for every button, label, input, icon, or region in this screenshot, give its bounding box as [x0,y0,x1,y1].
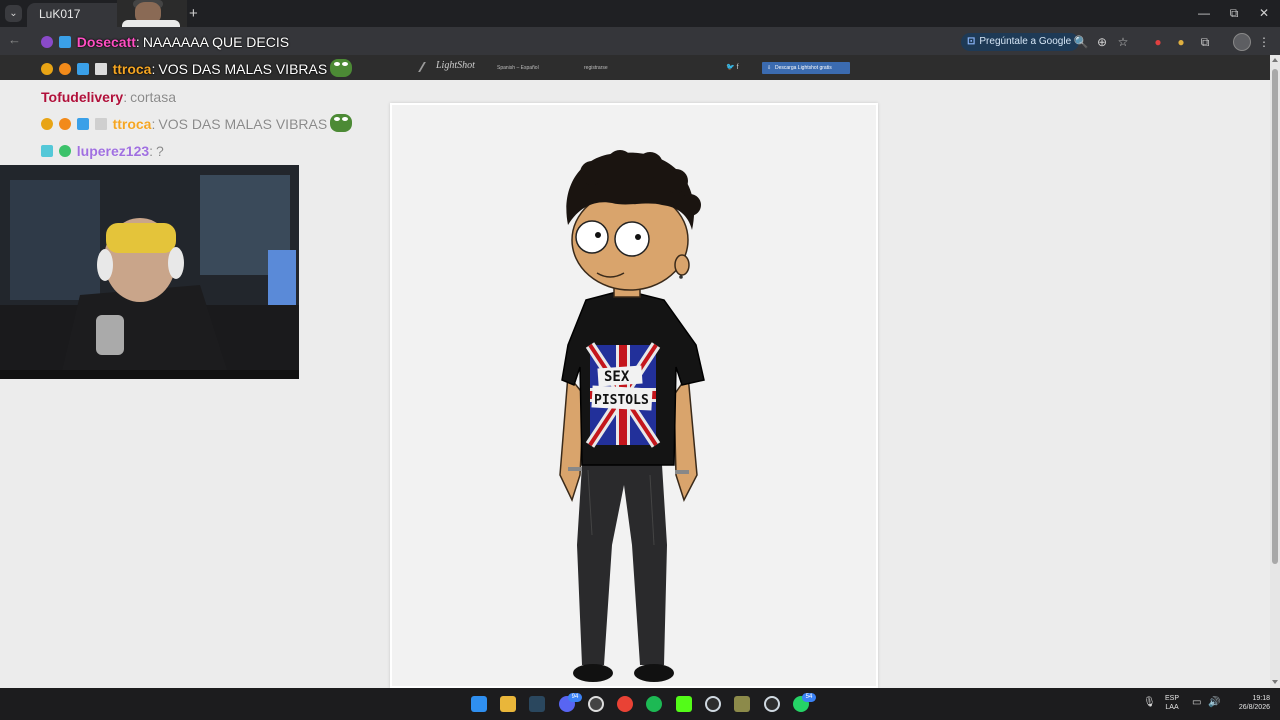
shirt-text-line-1: SEX [604,369,630,385]
chat-message: Dosecatt: NAAAAAA QUE DECIS [41,33,289,51]
ask-google-button[interactable]: ⊡ Pregúntale a Google [961,33,1080,51]
left-eye [575,220,609,254]
cartoon-character: SEX PISTOLS [559,150,705,682]
mail-badge-icon [94,118,107,130]
check-badge-icon [58,145,71,157]
chat-text: cortasa [130,89,177,105]
restore-button[interactable]: ⧉ [1224,6,1244,21]
scrollbar-thumb[interactable] [1272,69,1278,564]
extension-yellow-icon[interactable]: ● [1173,35,1189,49]
ear [674,254,690,276]
download-lightshot-label: Descarga Lightshot gratis [775,65,832,71]
register-link[interactable]: registrarse [584,65,608,71]
mail-badge-icon [94,63,107,75]
chat-text: NAAAAAA QUE DECIS [142,34,290,50]
ccleaner-icon[interactable] [705,696,721,712]
lightshot-logo[interactable]: LightShot [436,60,475,71]
right-eye [614,221,650,257]
scroll-down-arrow[interactable] [1272,680,1278,684]
chat-username[interactable]: luperez123 [77,143,149,159]
screenshot-image: SEX PISTOLS [390,103,878,688]
chat-text: VOS DAS MALAS VIBRAS [158,61,328,77]
gold-badge-icon [41,118,53,130]
chat-message: Tofudelivery: cortasa [41,89,177,105]
right-shoe [634,664,674,682]
discord-badge: 94 [568,693,582,702]
chat-badge-icon [41,36,53,48]
tab-strip: ⌄ LuK017 + — ⧉ ✕ [0,0,1280,27]
profile-avatar[interactable] [1233,33,1251,51]
ccleaner-icon-2[interactable] [764,696,780,712]
language-selector[interactable]: Spanish – Español [497,65,539,71]
jeans [577,465,667,665]
tab-search-button[interactable]: ⌄ [5,5,22,22]
network-icon[interactable]: ▭ [1192,697,1201,708]
spotify-icon[interactable] [646,696,662,712]
chat-username[interactable]: ttroca [113,61,152,77]
close-window-button[interactable]: ✕ [1254,6,1274,20]
google-lens-icon: ⊡ [967,36,976,47]
install-app-icon[interactable]: ⊕ [1094,35,1110,49]
input-language-indicator[interactable]: ESP LAA [1165,694,1179,712]
download-icon: ⇩ [767,65,772,71]
zoom-icon[interactable]: 🔍 [1073,35,1089,49]
chrome-icon[interactable] [617,696,633,712]
social-links[interactable]: 🐦 f [726,63,739,71]
chat-username[interactable]: Tofudelivery [41,89,123,105]
back-button[interactable]: ← [8,32,21,47]
chat-message: ttroca: VOS DAS MALAS VIBRAS [41,59,353,78]
teal-badge-icon [41,145,53,157]
webcam-feed [0,165,299,379]
chat-text: ? [156,143,164,159]
layout-code: LAA [1165,704,1179,711]
download-lightshot-button[interactable]: ⇩ Descarga Lightshot gratis [762,62,850,74]
webcam-scene [0,165,299,379]
extension-red-icon[interactable]: ● [1150,35,1166,49]
chat-message: luperez123:? [41,142,164,160]
windows-taskbar [0,688,1280,720]
gold-badge-icon [41,63,53,75]
pepe-emote-icon [330,59,353,77]
right-bracelet [675,470,689,474]
new-tab-button[interactable]: + [189,5,198,22]
clock-time: 19:18 [1252,695,1270,702]
clock-date: 26/8/2026 [1238,704,1270,711]
obs-icon[interactable] [588,696,604,712]
app-icon[interactable] [734,696,750,712]
file-explorer-icon[interactable] [500,696,516,712]
cube-badge-icon [58,36,71,48]
minimize-button[interactable]: — [1194,6,1214,20]
browser-menu-icon[interactable]: ⋮ [1256,35,1272,49]
right-arm [673,372,698,502]
bookmark-star-icon[interactable]: ☆ [1115,35,1131,49]
ask-google-label: Pregúntale a Google [979,36,1072,47]
language-code: ESP [1165,695,1180,702]
volume-icon[interactable]: 🔊 [1208,697,1220,708]
lightshot-feather-icon [418,62,436,72]
orange-badge-icon [58,63,71,75]
chat-username[interactable]: Dosecatt [77,34,136,50]
left-bracelet [568,467,582,471]
chat-message: ttroca: VOS DAS MALAS VIBRAS [41,114,353,133]
system-clock[interactable]: 19:18 26/8/2026 [1228,694,1270,712]
tab-title: LuK017 [39,7,81,21]
pepe-emote-icon [330,114,353,132]
start-icon[interactable] [471,696,487,712]
cube-badge-icon [76,63,89,75]
kick-icon[interactable] [676,696,692,712]
microphone-icon[interactable]: 🎙 [1143,697,1156,708]
chat-username[interactable]: ttroca [113,116,152,132]
chat-text: VOS DAS MALAS VIBRAS [158,116,328,132]
steam-icon[interactable] [529,696,545,712]
orange-badge-icon [58,118,71,130]
vertical-scrollbar[interactable] [1270,55,1280,688]
left-shoe [573,664,613,682]
shirt-text-line-2: PISTOLS [594,393,649,408]
whatsapp-badge: 54 [802,693,816,702]
extensions-puzzle-icon[interactable]: ⧉ [1197,35,1213,49]
scroll-up-arrow[interactable] [1272,58,1278,62]
cube-badge-icon [76,118,89,130]
stream-overlay-thumbnail [117,0,187,27]
thumbnail-shirt [122,20,180,27]
